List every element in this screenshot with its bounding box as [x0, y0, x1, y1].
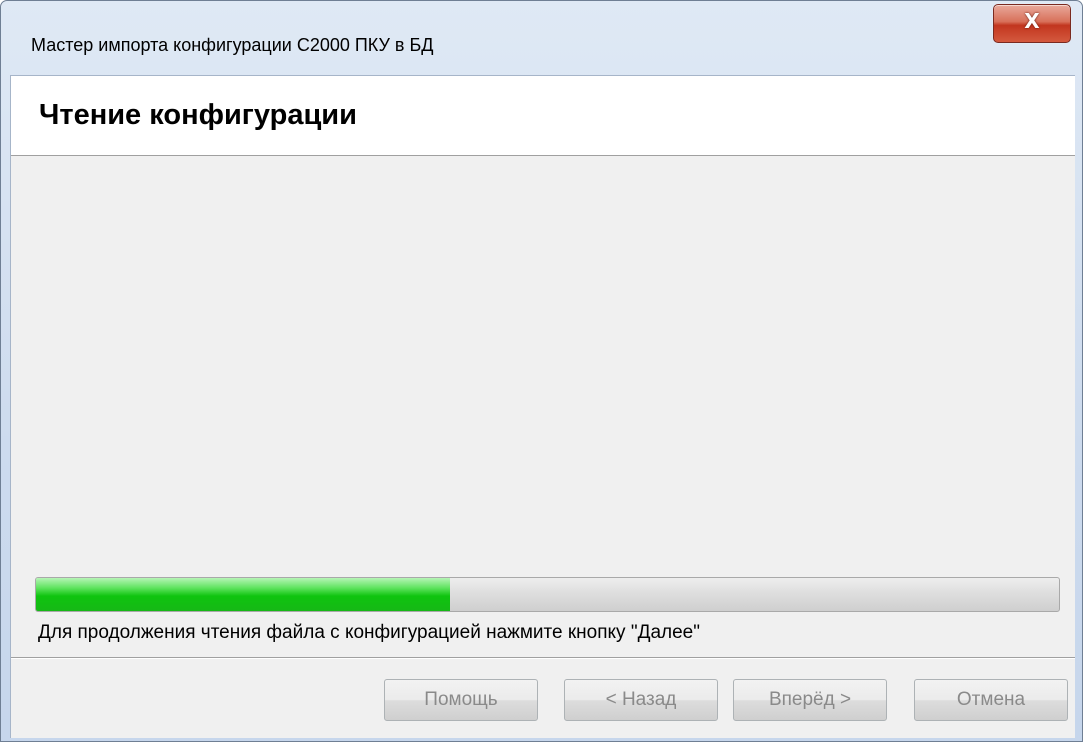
progress-fill	[36, 578, 451, 611]
next-button[interactable]: Вперёд >	[733, 679, 887, 721]
cancel-button[interactable]: Отмена	[914, 679, 1068, 721]
close-icon: X	[1024, 9, 1040, 33]
help-button[interactable]: Помощь	[384, 679, 538, 721]
wizard-window: Мастер импорта конфигурации С2000 ПКУ в …	[0, 0, 1083, 742]
status-message: Для продолжения чтения файла с конфигура…	[38, 622, 700, 643]
back-button[interactable]: < Назад	[564, 679, 718, 721]
page-title: Чтение конфигурации	[39, 99, 357, 131]
close-button[interactable]: X	[993, 4, 1071, 43]
progress-bar	[35, 577, 1060, 612]
wizard-header: Чтение конфигурации	[11, 76, 1075, 156]
window-title: Мастер импорта конфигурации С2000 ПКУ в …	[31, 35, 434, 55]
footer-separator	[11, 657, 1075, 659]
title-bar[interactable]: Мастер импорта конфигурации С2000 ПКУ в …	[1, 1, 1082, 75]
wizard-client-area: Чтение конфигурации Для продолжения чтен…	[10, 75, 1075, 738]
